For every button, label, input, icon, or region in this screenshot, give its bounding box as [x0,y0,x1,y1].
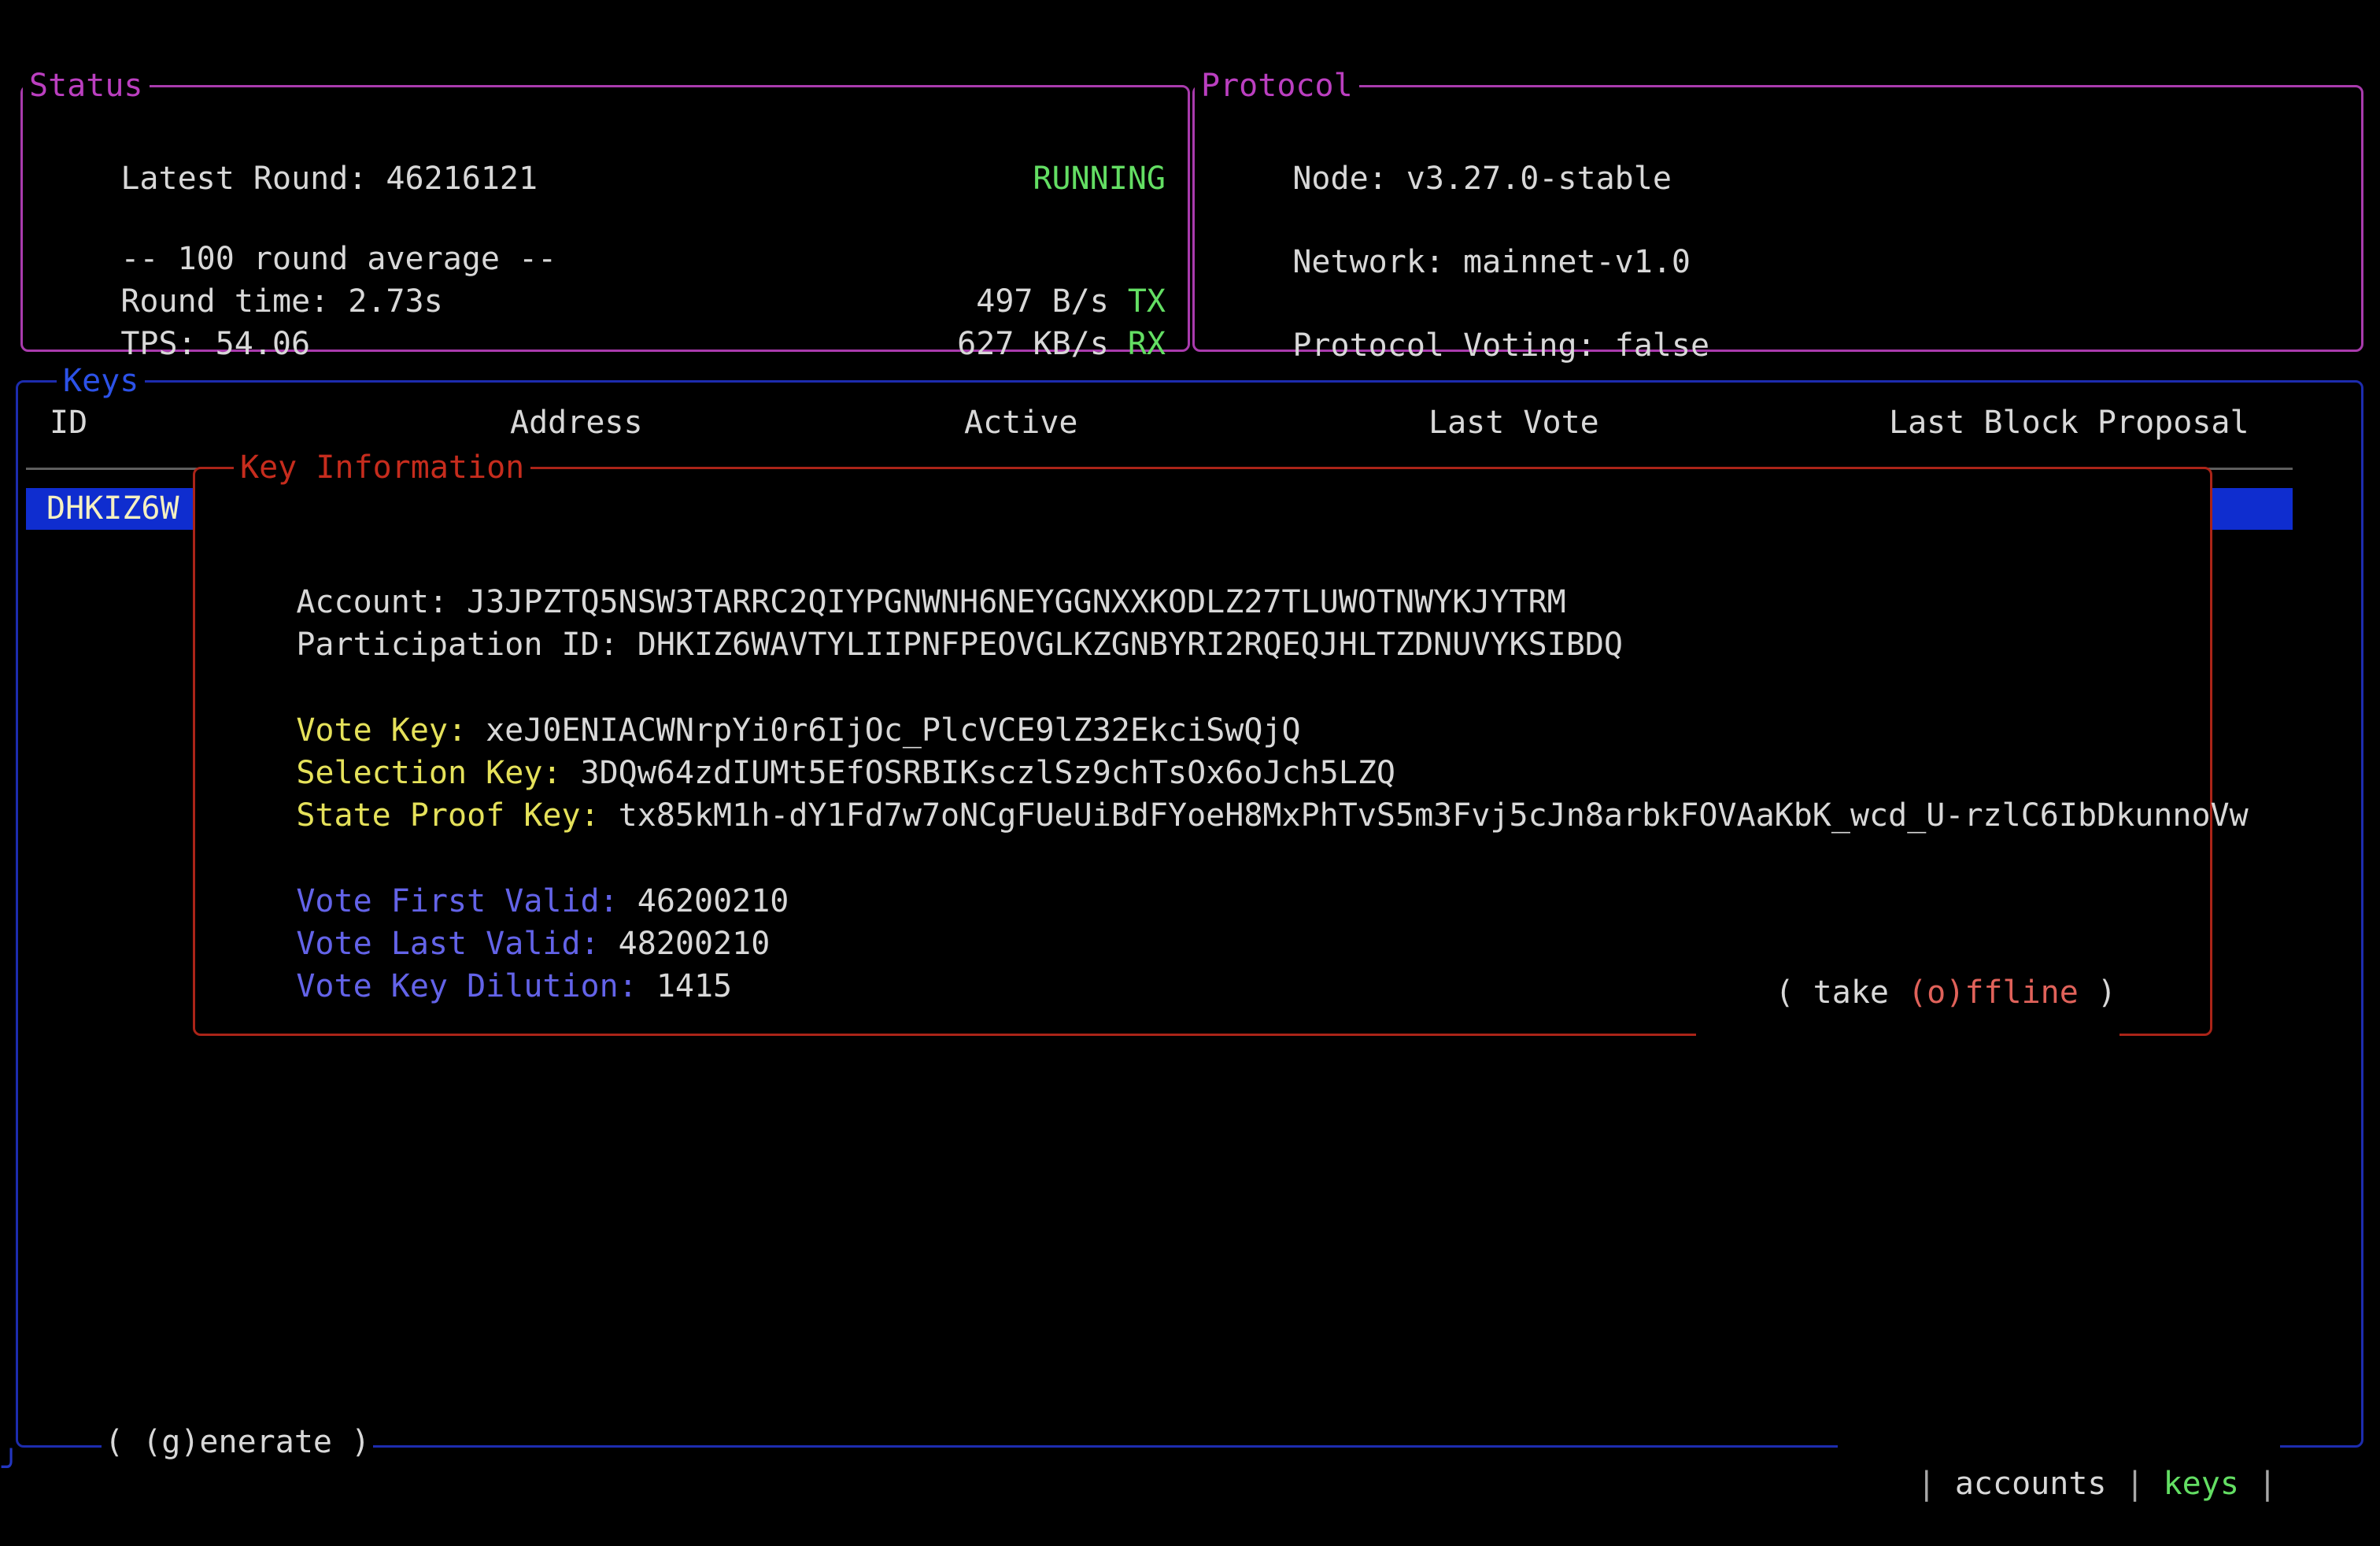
vote-first-valid-row: Vote First Valid:46200210 [220,839,789,881]
take-offline-suffix: ) [2079,975,2116,1011]
tps-value: 54.06 [216,326,310,362]
node-version-label: Node: [1292,161,1387,197]
node-version-row: Node:v3.27.0-stable [1217,117,1672,158]
status-panel: Status Latest Round:46216121 RUNNING -- … [20,85,1190,352]
column-header-active: Active [964,402,1078,444]
selected-row-id: DHKIZ6W [46,488,179,530]
network-value: mainnet-v1.0 [1463,244,1691,280]
tab-keys-active[interactable]: keys [2164,1466,2239,1502]
rx-rate-value: 627 KB/s [957,326,1109,362]
take-offline-prefix: ( take [1776,975,1909,1011]
protocol-panel-title: Protocol [1195,65,1359,107]
tab-divider: | [2258,1466,2277,1502]
rx-rate-label: RX [1128,326,1166,362]
tab-divider: | [1917,1466,1936,1502]
status-panel-title: Status [23,65,150,107]
column-header-id: ID [50,402,87,444]
protocol-voting-value: false [1615,327,1709,364]
key-information-title: Key Information [234,447,530,489]
keys-panel-title: Keys [57,361,145,402]
take-offline-hotkey: (o)ffline [1908,975,2079,1011]
node-state-badge: RUNNING [957,117,1166,242]
latest-round-label: Latest Round: [120,161,367,197]
vote-key-dilution-label: Vote Key Dilution: [296,968,637,1004]
tps-label: TPS: [120,326,196,362]
round-average-header: -- 100 round average -- [45,197,556,239]
stray-border-glyph: ╯ [2,1447,20,1489]
protocol-voting-label: Protocol Voting: [1292,327,1595,364]
running-status: RUNNING [1033,161,1166,197]
vote-key-dilution-row: Vote Key Dilution:1415 [220,924,732,966]
latest-round-value: 46216121 [386,161,538,197]
tab-accounts[interactable]: accounts [1955,1466,2107,1502]
generate-button[interactable]: ( (g)enerate ) [102,1422,373,1463]
round-time-value: 2.73s [348,283,442,320]
take-offline-button[interactable]: ( take (o)ffline ) [1696,930,2119,1056]
column-header-last-block-proposal: Last Block Proposal [1889,402,2249,444]
vote-key-dilution-value: 1415 [656,968,732,1004]
column-header-address: Address [510,402,643,444]
network-label: Network: [1292,244,1444,280]
participation-id-value: DHKIZ6WAVTYLIIPNFPEOVGLKZGNBYRI2RQEQJHLT… [638,627,1623,663]
account-row: Account:J3JPZTQ5NSW3TARRC2QIYPGNWNH6NEYG… [220,540,1566,582]
tps-row: TPS:54.06 [45,282,310,324]
view-tabs: | accounts | keys | [1838,1422,2280,1546]
protocol-panel: Protocol Node:v3.27.0-stable Network:mai… [1192,85,2363,352]
vote-last-valid-row: Vote Last Valid:48200210 [220,882,770,923]
node-version-value: v3.27.0-stable [1406,161,1672,197]
vote-key-row: Vote Key:xeJ0ENIACWNrpYi0r6IjOc_PlcVCE9l… [220,668,1301,710]
protocol-voting-row: Protocol Voting:false [1217,283,1709,325]
latest-round-row: Latest Round:46216121 [45,117,538,158]
terminal-screen: { "status": { "title": "Status", "latest… [0,0,2380,1546]
state-proof-key-value: tx85kM1h-dY1Fd7w7oNCgFUeUiBdFYoeH8MxPhTv… [619,797,2249,834]
round-time-row: Round time:2.73s [45,239,443,281]
tab-divider: | [2125,1466,2144,1502]
participation-id-label: Participation ID: [296,627,618,663]
column-header-last-vote: Last Vote [1428,402,1599,444]
selection-key-row: Selection Key:3DQw64zdIUMt5EfOSRBIKsczlS… [220,711,1395,753]
state-proof-key-row: State Proof Key:tx85kM1h-dY1Fd7w7oNCgFUe… [220,753,2249,795]
key-information-modal: Key Information Account:J3JPZTQ5NSW3TARR… [193,467,2212,1036]
participation-id-row: Participation ID:DHKIZ6WAVTYLIIPNFPEOVGL… [220,583,1623,624]
state-proof-key-label: State Proof Key: [296,797,599,834]
network-row: Network:mainnet-v1.0 [1217,200,1691,242]
